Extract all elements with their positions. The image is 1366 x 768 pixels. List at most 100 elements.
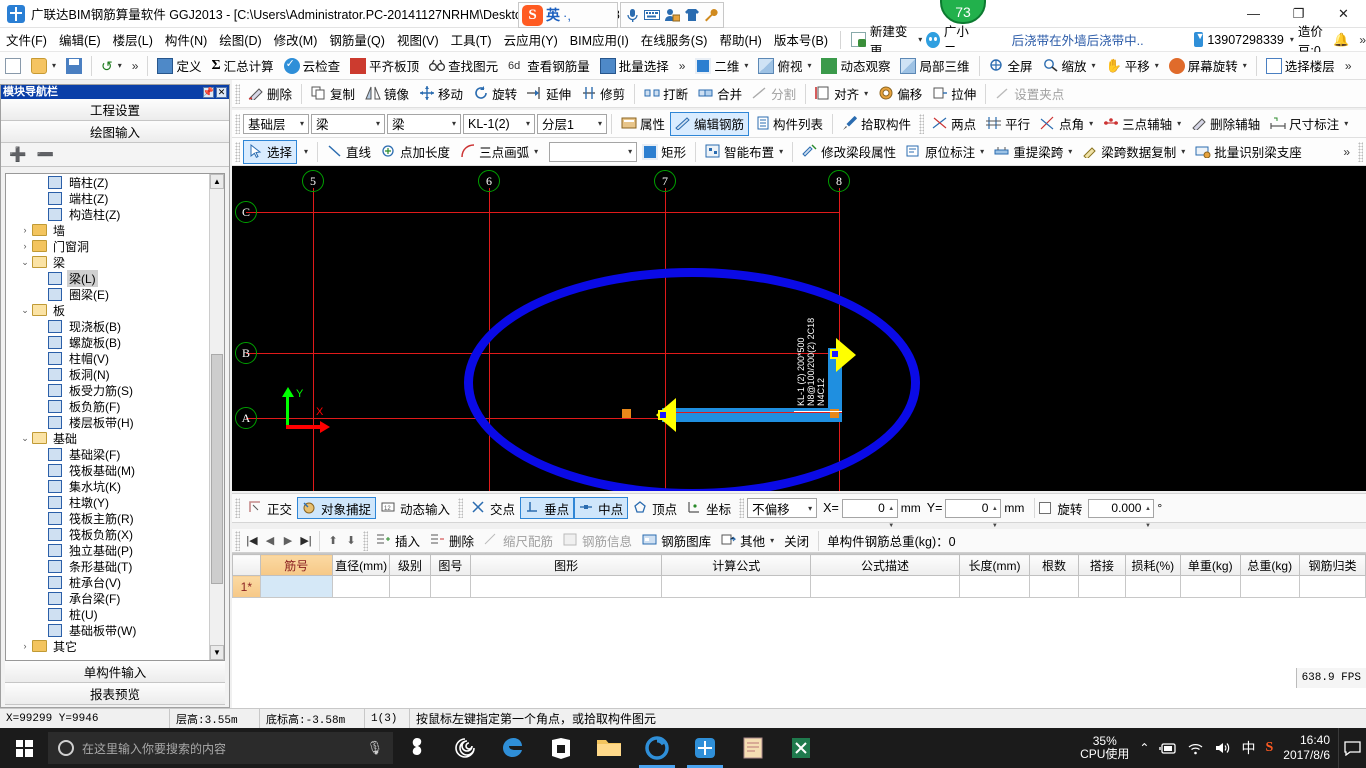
category-select[interactable]: 梁 ▾ (311, 113, 385, 134)
expand-all-icon[interactable]: ➕ (9, 146, 26, 163)
copy-button[interactable]: 复制 (306, 82, 360, 106)
scroll-up-icon[interactable]: ▲ (210, 174, 224, 189)
tree-item-20[interactable]: 柱墩(Y) (6, 494, 208, 510)
account-phone[interactable]: 13907298339 (1207, 33, 1283, 47)
menu-online-service[interactable]: 在线服务(S) (635, 28, 714, 51)
table-cell[interactable] (470, 575, 663, 598)
axis-bubble-8[interactable]: 8 (828, 170, 850, 192)
menu-edit[interactable]: 编辑(E) (53, 28, 107, 51)
table-cell[interactable] (1299, 575, 1366, 598)
top-view-button[interactable]: 俯视 ▾ (753, 54, 816, 78)
single-component-input-button[interactable]: 单构件输入 (5, 661, 225, 683)
delete-row-button[interactable]: 删除 (425, 529, 479, 553)
ime-toolbar[interactable]: S 英 ·, (518, 2, 618, 28)
rebar-table[interactable]: 筋号 直径(mm) 级别 图号 图形 计算公式 公式描述 长度(mm) 根数 搭接 损耗(%) 单重(… (232, 553, 1366, 708)
split-button[interactable]: 分割 (747, 82, 801, 106)
table-cell[interactable] (1239, 575, 1301, 598)
first-record-button[interactable]: |◀ (243, 534, 261, 547)
taskbar-search[interactable]: 在这里输入你要搜索的内容 🎙 (48, 732, 393, 764)
tree-item-18[interactable]: 筏板基础(M) (6, 462, 208, 478)
component-tree[interactable]: 暗柱(Z) 端柱(Z) 构造柱(Z) › 墙 › 门窗洞 ⌄ 梁梁(L) 圈梁(E) ⌄ 板现浇板(B… (5, 173, 225, 661)
dynamic-orbit-button[interactable]: 动态观察 (816, 54, 895, 78)
point-angle-axis-button[interactable]: 点角 ▾ (1035, 112, 1098, 136)
scale-rebar-button[interactable]: 缩尺配筋 (479, 529, 558, 553)
table-cell[interactable] (661, 575, 812, 598)
menu-help[interactable]: 帮助(H) (713, 28, 767, 51)
tree-item-29[interactable]: › 其它 (6, 638, 208, 654)
chevron-right-icon[interactable]: › (18, 241, 32, 251)
notification-icon[interactable] (1338, 728, 1366, 768)
rotate-input[interactable]: 0.000 ▲ ▼ (1088, 498, 1155, 529)
start-button[interactable] (0, 728, 48, 768)
select-floor-button[interactable]: 选择楼层 (1261, 54, 1340, 78)
scroll-thumb[interactable] (211, 354, 223, 584)
menu-component[interactable]: 构件(N) (159, 28, 213, 51)
menu-modify[interactable]: 修改(M) (268, 28, 324, 51)
mic-icon[interactable] (626, 8, 639, 23)
menu-view[interactable]: 视图(V) (391, 28, 445, 51)
tree-item-5[interactable]: ⌄ 梁 (6, 254, 208, 270)
table-column-header-10[interactable]: 搭接 (1077, 554, 1126, 576)
tree-item-28[interactable]: 基础板带(W) (6, 622, 208, 638)
sogou-logo-icon[interactable]: S (522, 4, 543, 26)
axis-bubble-7[interactable]: 7 (654, 170, 676, 192)
tree-item-17[interactable]: 基础梁(F) (6, 446, 208, 462)
tree-item-23[interactable]: 独立基础(P) (6, 542, 208, 558)
skin-icon[interactable] (685, 8, 699, 22)
respan-beam-button[interactable]: 重提梁跨 ▾ (989, 140, 1077, 164)
ime-punctuation-icon[interactable]: ·, (563, 8, 571, 23)
battery-icon[interactable] (1159, 742, 1177, 755)
chevron-right-icon[interactable]: › (18, 225, 32, 235)
report-preview-button[interactable]: 报表预览 (5, 683, 225, 705)
axis-bubble-6[interactable]: 6 (478, 170, 500, 192)
move-up-button[interactable]: ⬆ (324, 534, 342, 547)
find-element-button[interactable]: 查找图元 (424, 54, 503, 78)
taskbar-clock[interactable]: 16:40 2017/8/6 (1283, 733, 1330, 763)
table-cell[interactable] (1077, 575, 1126, 598)
other-menu-button[interactable]: 其他 ▾ (716, 529, 779, 553)
table-row-index[interactable]: 1* (232, 575, 261, 598)
axis-bubble-A[interactable]: A (235, 407, 257, 429)
define-button[interactable]: 定义 (152, 54, 206, 78)
ime-mode-label[interactable]: 英 (546, 5, 560, 25)
select-tool-chevron[interactable]: ▾ (297, 140, 313, 164)
layer-select[interactable]: 分层1 ▾ (537, 113, 607, 134)
tree-item-26[interactable]: 承台梁(F) (6, 590, 208, 606)
mic-icon[interactable]: 🎙 (366, 740, 383, 756)
tree-item-16[interactable]: ⌄ 基础 (6, 430, 208, 446)
taskbar-app-notepad[interactable] (729, 728, 777, 768)
smart-layout-button[interactable]: 智能布置 ▾ (700, 140, 788, 164)
in-situ-label-button[interactable]: 原位标注 ▾ (901, 140, 989, 164)
tree-scrollbar[interactable]: ▲ ▼ (209, 174, 224, 660)
table-cell[interactable] (1029, 575, 1079, 598)
taskbar-app-sogou[interactable] (393, 728, 441, 768)
rebar-library-button[interactable]: 钢筋图库 (637, 529, 716, 553)
table-cell[interactable] (1179, 575, 1241, 598)
taskbar-app-excel[interactable] (777, 728, 825, 768)
snap-midpoint[interactable]: 中点 (574, 497, 629, 519)
axis-bubble-C[interactable]: C (235, 201, 257, 223)
pin-icon[interactable]: 📌 (203, 86, 214, 98)
local-3d-button[interactable]: 局部三维 (895, 54, 974, 78)
component-select[interactable]: KL-1(2) ▾ (463, 113, 535, 134)
table-column-header-5[interactable]: 图形 (470, 554, 663, 576)
merge-button[interactable]: 合并 (693, 82, 747, 106)
tree-item-7[interactable]: 圈梁(E) (6, 286, 208, 302)
tree-item-2[interactable]: 构造柱(Z) (6, 206, 208, 222)
snap-vertex[interactable]: 顶点 (628, 497, 682, 519)
table-column-header-8[interactable]: 长度(mm) (958, 554, 1031, 576)
table-column-header-11[interactable]: 损耗(%) (1124, 554, 1181, 576)
rectangle-tool-button[interactable]: 矩形 (637, 140, 691, 164)
insert-row-button[interactable]: 插入 (371, 529, 425, 553)
tree-item-12[interactable]: 板洞(N) (6, 366, 208, 382)
menu-rebar[interactable]: 钢筋量(Q) (323, 28, 391, 51)
taskbar-app-edge[interactable] (489, 728, 537, 768)
rotate-stepper[interactable]: ▲ ▼ (1143, 501, 1152, 529)
menu-bim[interactable]: BIM应用(I) (564, 28, 635, 51)
sogou-tray-icon[interactable]: S (1265, 740, 1273, 756)
dynamic-input-toggle[interactable]: 12 动态输入 (376, 497, 455, 519)
table-cell[interactable] (389, 575, 431, 598)
toolbar-overflow2-icon[interactable]: » (674, 59, 691, 73)
close-icon[interactable]: ✕ (216, 86, 227, 98)
toolbar-overflow-icon[interactable]: » (127, 59, 144, 73)
